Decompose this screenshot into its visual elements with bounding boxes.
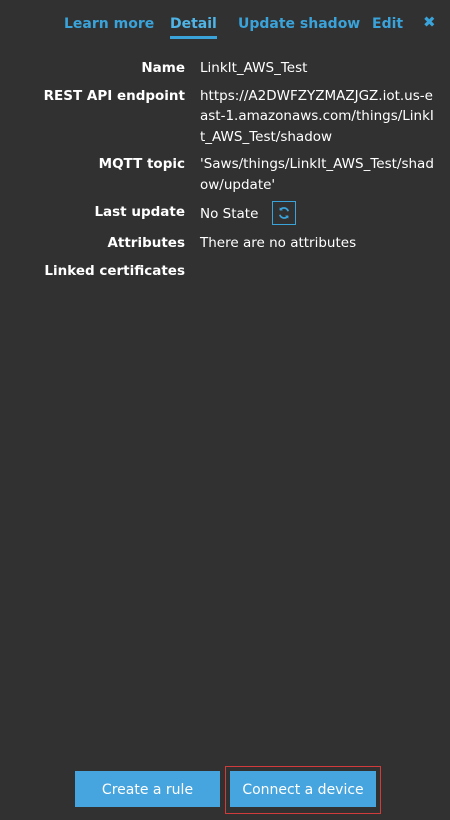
last-update-value-wrap: No State <box>200 201 435 226</box>
close-icon[interactable]: ✖ <box>423 14 436 31</box>
tab-update-shadow[interactable]: Update shadow <box>238 16 360 33</box>
thing-details: Name LinkIt_AWS_Test REST API endpoint h… <box>0 58 450 288</box>
linked-certificates-label: Linked certificates <box>44 262 185 279</box>
attributes-row: Attributes There are no attributes <box>0 233 450 254</box>
refresh-icon <box>279 207 290 219</box>
endpoint-label: REST API endpoint <box>43 87 185 104</box>
linked-certificates-row: Linked certificates <box>0 261 450 281</box>
attributes-label: Attributes <box>107 235 185 251</box>
endpoint-value: https://A2DWFZYZMAZJGZ.iot.us-east-1.ama… <box>200 87 434 145</box>
create-rule-button[interactable]: Create a rule <box>75 771 220 807</box>
last-update-label: Last update <box>94 204 185 220</box>
mqtt-topic-value: 'Saws/things/LinkIt_AWS_Test/shadow/upda… <box>200 156 434 193</box>
tab-learn-more[interactable]: Learn more <box>64 16 154 33</box>
tab-bar: Learn more Detail Update shadow Edit ✖ <box>0 0 450 42</box>
endpoint-row: REST API endpoint https://A2DWFZYZMAZJGZ… <box>0 86 450 148</box>
name-label: Name <box>141 60 185 76</box>
mqtt-topic-row: MQTT topic 'Saws/things/LinkIt_AWS_Test/… <box>0 154 450 195</box>
name-row: Name LinkIt_AWS_Test <box>0 58 450 79</box>
tab-detail[interactable]: Detail <box>170 16 217 39</box>
last-update-value: No State <box>200 206 259 222</box>
last-update-row: Last update No State <box>0 201 450 226</box>
name-value: LinkIt_AWS_Test <box>200 60 308 76</box>
mqtt-topic-label: MQTT topic <box>98 156 185 172</box>
refresh-button[interactable] <box>272 201 297 225</box>
attributes-value: There are no attributes <box>200 235 357 251</box>
tab-edit[interactable]: Edit <box>372 16 403 33</box>
connect-device-button[interactable]: Connect a device <box>230 771 376 807</box>
